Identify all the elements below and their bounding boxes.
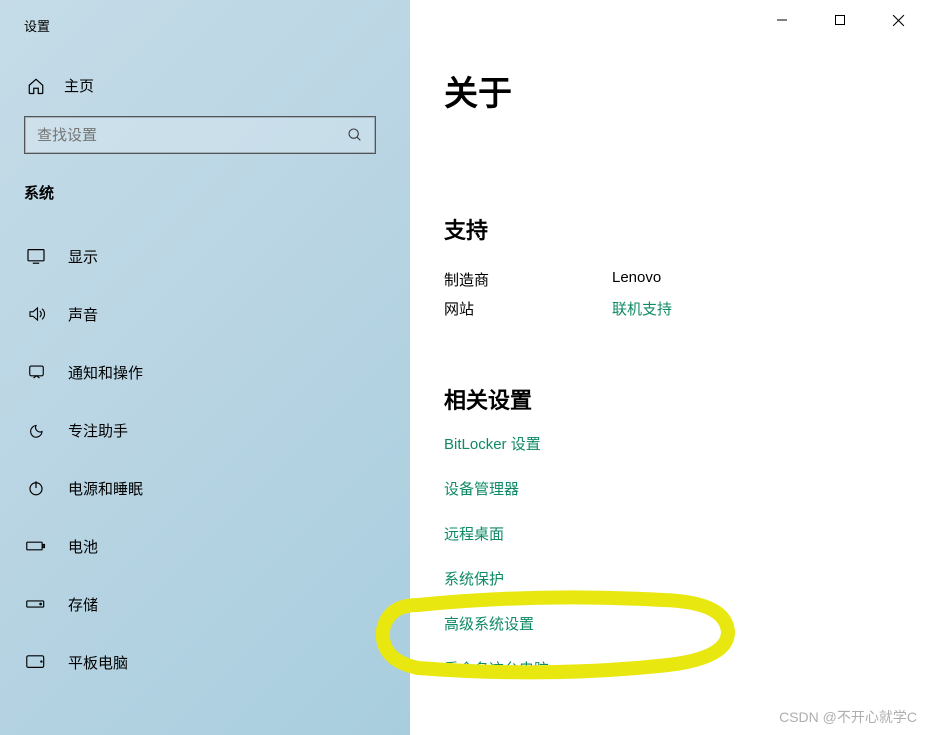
manufacturer-row: 制造商 Lenovo (444, 269, 893, 290)
focus-icon (26, 420, 46, 440)
nav-item-battery[interactable]: 电池 (24, 517, 386, 575)
close-button[interactable] (869, 0, 927, 40)
window-title: 设置 (24, 16, 386, 35)
website-row: 网站 联机支持 (444, 298, 893, 319)
support-heading: 支持 (444, 213, 893, 245)
nav-item-display[interactable]: 显示 (24, 227, 386, 285)
home-nav[interactable]: 主页 (24, 75, 386, 96)
link-system-protection[interactable]: 系统保护 (444, 568, 893, 589)
manufacturer-value: Lenovo (612, 269, 661, 290)
nav-list: 显示 声音 通知和操作 专注助手 电源和睡眠 (24, 227, 386, 691)
home-label: 主页 (64, 75, 94, 96)
nav-item-focus[interactable]: 专注助手 (24, 401, 386, 459)
nav-item-label: 声音 (68, 304, 98, 325)
nav-item-tablet[interactable]: 平板电脑 (24, 633, 386, 691)
link-advanced-system[interactable]: 高级系统设置 (444, 613, 893, 634)
search-box[interactable] (24, 116, 376, 154)
nav-item-label: 存储 (68, 594, 98, 615)
tablet-icon (26, 652, 46, 672)
related-settings-section: 相关设置 BitLocker 设置 设备管理器 远程桌面 系统保护 高级系统设置… (444, 383, 893, 679)
page-title: 关于 (444, 66, 893, 115)
sidebar-section-label: 系统 (24, 182, 386, 203)
window-controls (753, 0, 927, 40)
manufacturer-label: 制造商 (444, 269, 612, 290)
nav-item-sound[interactable]: 声音 (24, 285, 386, 343)
nav-item-label: 电池 (68, 536, 98, 557)
related-heading: 相关设置 (444, 383, 893, 415)
nav-item-label: 显示 (68, 246, 98, 267)
link-device-manager[interactable]: 设备管理器 (444, 478, 893, 499)
storage-icon (26, 594, 46, 614)
power-icon (26, 478, 46, 498)
battery-icon (26, 536, 46, 556)
minimize-button[interactable] (753, 0, 811, 40)
nav-item-label: 专注助手 (68, 420, 128, 441)
link-bitlocker[interactable]: BitLocker 设置 (444, 433, 893, 454)
watermark: CSDN @不开心就学C (779, 707, 917, 727)
main-content: 关于 支持 制造商 Lenovo 网站 联机支持 相关设置 BitLocker … (410, 0, 927, 735)
home-icon (26, 76, 46, 96)
search-icon (347, 127, 363, 143)
website-link[interactable]: 联机支持 (612, 298, 672, 319)
search-input[interactable] (37, 127, 347, 144)
link-rename-pc[interactable]: 重命名这台电脑 (444, 658, 893, 679)
link-remote-desktop[interactable]: 远程桌面 (444, 523, 893, 544)
sidebar: 设置 主页 系统 显示 声音 通 (0, 0, 410, 735)
nav-item-storage[interactable]: 存储 (24, 575, 386, 633)
nav-item-power[interactable]: 电源和睡眠 (24, 459, 386, 517)
sound-icon (26, 304, 46, 324)
nav-item-label: 平板电脑 (68, 652, 128, 673)
website-label: 网站 (444, 298, 612, 319)
display-icon (26, 246, 46, 266)
nav-item-notifications[interactable]: 通知和操作 (24, 343, 386, 401)
notifications-icon (26, 362, 46, 382)
support-section: 支持 制造商 Lenovo 网站 联机支持 (444, 213, 893, 319)
nav-item-label: 电源和睡眠 (68, 478, 143, 499)
nav-item-label: 通知和操作 (68, 362, 143, 383)
maximize-button[interactable] (811, 0, 869, 40)
